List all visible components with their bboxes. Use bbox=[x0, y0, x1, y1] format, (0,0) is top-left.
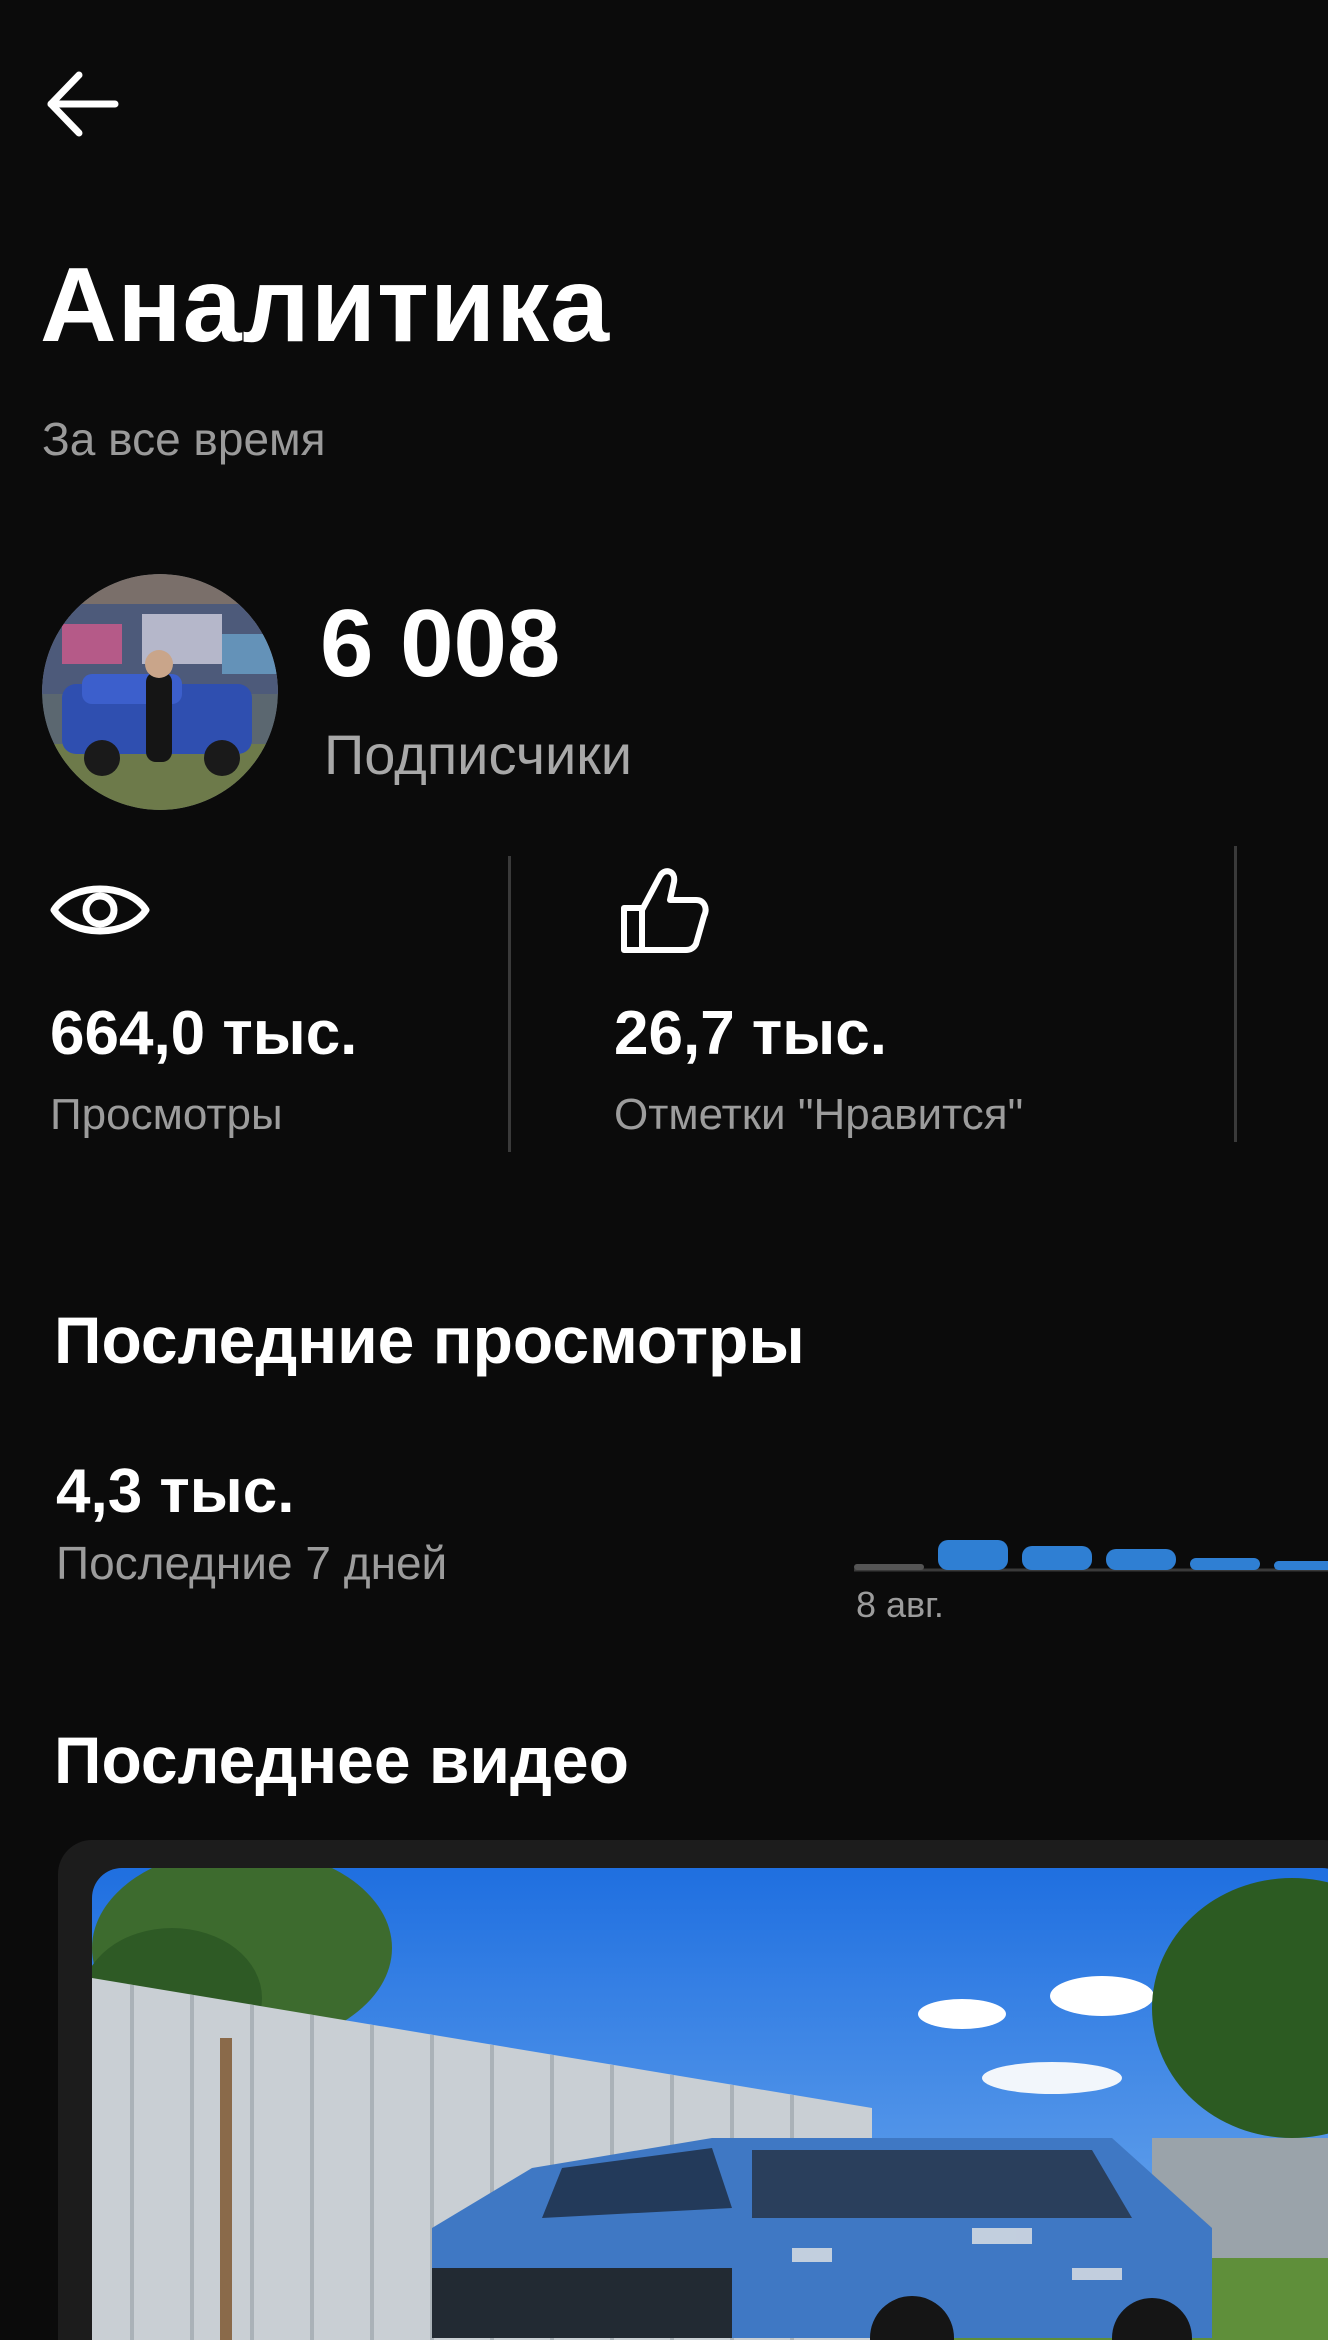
views-value: 664,0 тыс. bbox=[50, 999, 358, 1068]
chart-bar bbox=[1022, 1546, 1092, 1570]
arrow-left-icon bbox=[47, 71, 119, 137]
back-button[interactable] bbox=[34, 56, 130, 152]
divider bbox=[508, 856, 511, 1152]
chart-bar bbox=[1106, 1549, 1176, 1570]
chart-bar bbox=[1274, 1561, 1328, 1570]
analytics-screen: Аналитика За все время 6 008 Подписчики … bbox=[0, 0, 1328, 2340]
chart-bar bbox=[1190, 1558, 1260, 1570]
eye-icon bbox=[50, 885, 150, 935]
recent-views-title: Последние просмотры bbox=[54, 1303, 805, 1377]
chart-start-label: 8 авг. bbox=[856, 1584, 944, 1625]
views-label: Просмотры bbox=[50, 1090, 283, 1139]
subscribers-count: 6 008 bbox=[320, 590, 561, 697]
likes-label: Отметки "Нравится" bbox=[614, 1090, 1024, 1139]
divider bbox=[1234, 846, 1237, 1142]
stat-views[interactable]: 664,0 тыс. Просмотры bbox=[50, 860, 500, 1160]
avatar[interactable] bbox=[42, 574, 278, 810]
chart-bar bbox=[938, 1540, 1008, 1570]
recent-views-value: 4,3 тыс. bbox=[56, 1457, 295, 1526]
video-thumbnail-image bbox=[92, 1868, 1328, 2340]
subscribers-label: Подписчики bbox=[324, 723, 633, 786]
chart-bar bbox=[854, 1564, 924, 1570]
avatar-image bbox=[42, 574, 278, 810]
video-thumbnail[interactable] bbox=[92, 1868, 1328, 2340]
latest-video-title: Последнее видео bbox=[54, 1723, 629, 1797]
page-title: Аналитика bbox=[40, 246, 611, 364]
page-subtitle: За все время bbox=[42, 413, 326, 465]
stat-likes[interactable]: 26,7 тыс. Отметки "Нравится" bbox=[614, 860, 1214, 1160]
recent-views-period: Последние 7 дней bbox=[56, 1537, 448, 1589]
thumbs-up-icon bbox=[621, 868, 709, 953]
likes-value: 26,7 тыс. bbox=[614, 999, 887, 1068]
